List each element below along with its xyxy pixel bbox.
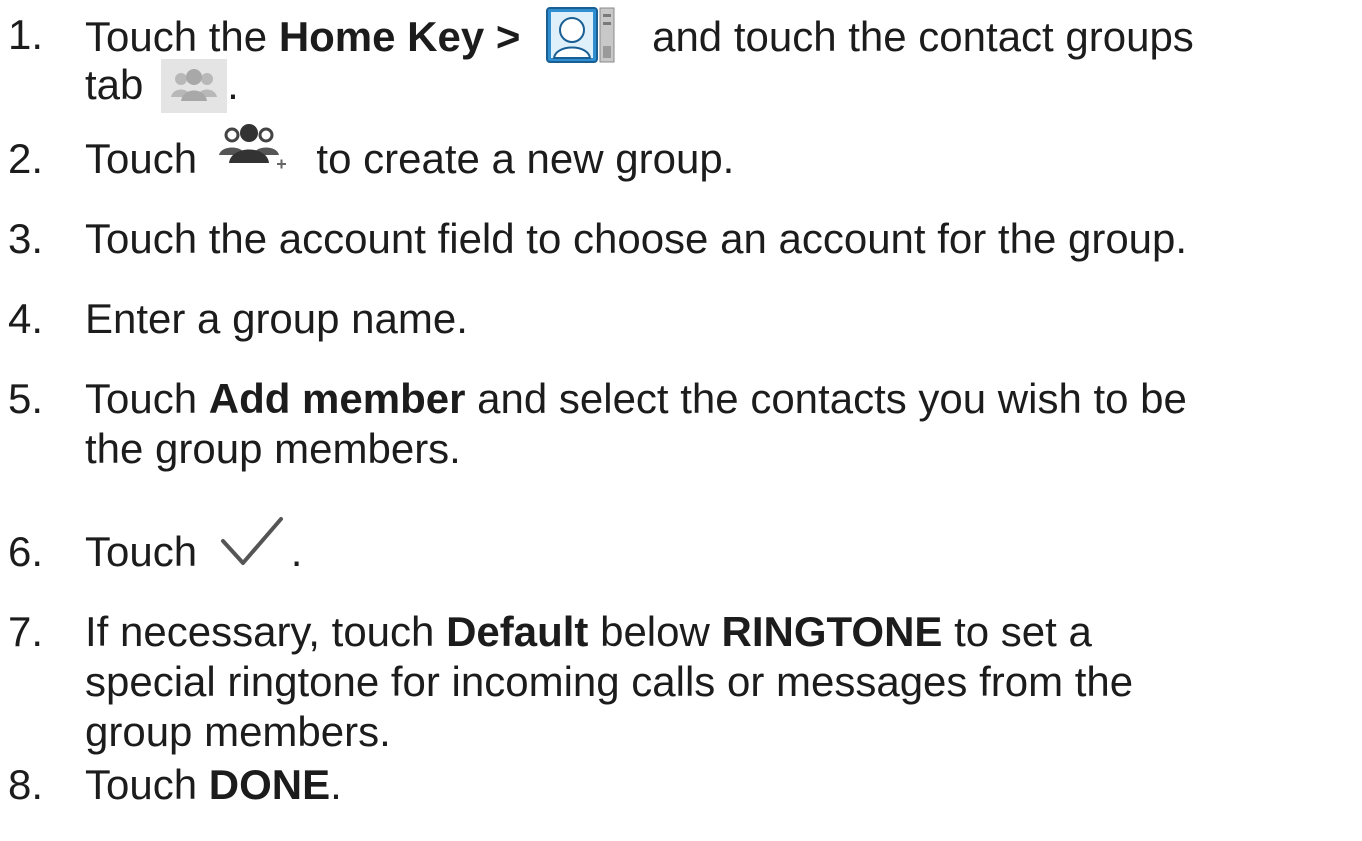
checkmark-icon <box>219 515 285 571</box>
step-number: 7. <box>8 608 44 655</box>
ui-term: Default <box>446 608 589 655</box>
step-text: Touch . <box>85 517 302 577</box>
ui-term: DONE <box>208 761 331 808</box>
step-text: Touch the account field to choose an acc… <box>85 214 1187 264</box>
step-text: If necessary, touch Default below RINGTO… <box>85 607 1133 757</box>
step-line: Touch the account field to choose an acc… <box>85 215 1188 262</box>
step-number: 4. <box>8 295 44 342</box>
step-number: 5. <box>8 375 44 422</box>
step-number: 3. <box>8 215 44 262</box>
step-text: Touch DONE. <box>85 760 342 810</box>
step-line: tab . <box>85 58 1194 113</box>
step-text: Touch the Home Key > and touch the conta… <box>85 7 1194 113</box>
step-line: If necessary, touch Default below RINGTO… <box>85 608 1092 655</box>
step-text: Touch Add member and select the contacts… <box>85 374 1187 474</box>
step-line: Touch DONE. <box>85 761 342 808</box>
step-line: Touch Add member and select the contacts… <box>85 375 1187 422</box>
step-line: the group members. <box>85 425 461 472</box>
step-text: Touch to create a new group. <box>85 123 734 184</box>
contacts-app-icon <box>546 6 618 66</box>
contact-groups-tab-icon <box>161 58 228 113</box>
step-number: 1. <box>8 11 44 58</box>
step-number: 8. <box>8 761 44 808</box>
ui-term: Add member <box>208 375 466 422</box>
step-line: Touch to create a new group. <box>85 123 734 184</box>
step-line: Enter a group name. <box>85 295 468 342</box>
step-line: Touch . <box>85 517 302 577</box>
new-group-icon <box>217 121 289 175</box>
step-number: 6. <box>8 528 44 575</box>
step-text: Enter a group name. <box>85 294 468 344</box>
ui-term: Home Key > <box>278 13 521 61</box>
ui-term: RINGTONE <box>721 608 943 655</box>
step-line: special ringtone for incoming calls or m… <box>85 658 1134 705</box>
step-line: group members. <box>85 708 391 755</box>
step-number: 2. <box>8 135 44 182</box>
step-line: Touch the Home Key > and touch the conta… <box>85 7 1194 63</box>
